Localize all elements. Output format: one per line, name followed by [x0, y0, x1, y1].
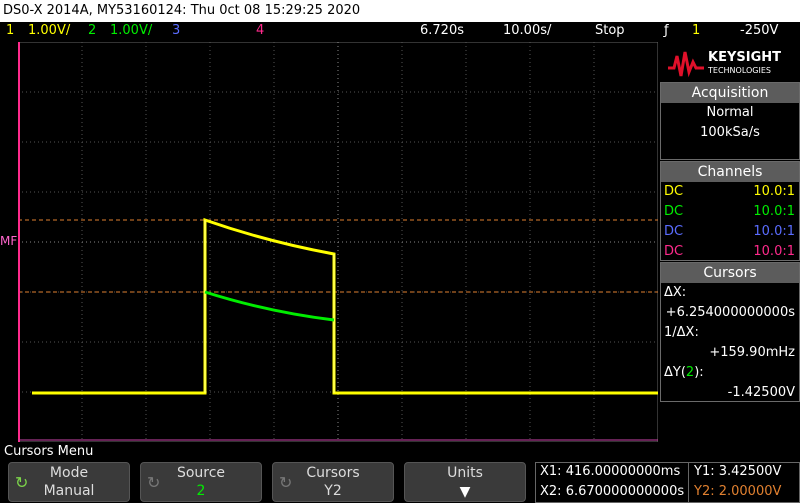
x2-readout: X2: 6.670000000000s	[540, 484, 685, 499]
channel-row-4[interactable]: DC 10.0:1	[661, 242, 799, 262]
acquisition-rate: 100kSa/s	[700, 125, 760, 140]
source-value: 2	[196, 483, 206, 499]
acquisition-panel[interactable]: Acquisition Normal 100kSa/s	[660, 82, 800, 160]
run-state[interactable]: Stop	[595, 22, 625, 40]
time-position[interactable]: 6.720s	[420, 22, 464, 40]
source-label: Source	[176, 465, 226, 481]
waveform-display[interactable]	[18, 42, 658, 442]
trigger-source[interactable]: 1	[692, 22, 700, 40]
ch1-number[interactable]: 1	[6, 22, 14, 40]
y1-readout: Y1: 3.42500V	[694, 464, 782, 479]
channel-1-coupling: DC	[664, 184, 684, 199]
down-arrow-icon: ▼	[459, 484, 471, 500]
ch2-number[interactable]: 2	[88, 22, 96, 40]
mode-softkey[interactable]: ↻ Mode Manual	[8, 462, 130, 502]
channel-row-3[interactable]: DC 10.0:1	[661, 222, 799, 242]
menu-title: Cursors Menu	[4, 444, 94, 459]
y2-readout: Y2: 2.00000V	[694, 484, 782, 499]
right-panel: KEYSIGHT TECHNOLOGIES Acquisition Normal…	[660, 42, 800, 442]
source-softkey[interactable]: ↻ Source 2	[140, 462, 262, 502]
channels-panel[interactable]: Channels DC 10.0:1 DC 10.0:1 DC 10.0:1 DC 10…	[660, 161, 800, 261]
inverse-delta-x-value: +159.90mHz	[709, 345, 795, 360]
math-marker-label: M	[0, 234, 11, 248]
units-label: Units	[447, 465, 483, 481]
inverse-delta-x-label: 1/ΔX:	[664, 325, 699, 340]
acquisition-mode: Normal	[706, 105, 754, 120]
channel-1-probe: 10.0:1	[753, 184, 795, 199]
keysight-wave-icon	[668, 51, 704, 78]
channel-2-coupling: DC	[664, 204, 684, 219]
delta-x-value: +6.254000000000s	[665, 305, 795, 320]
x1-readout: X1: 416.00000000ms	[540, 464, 681, 479]
delta-y-value: -1.42500V	[727, 385, 795, 400]
channel-4-probe: 10.0:1	[753, 244, 795, 259]
ch2-scale[interactable]: 1.00V/	[110, 22, 152, 40]
channels-title: Channels	[661, 162, 799, 182]
trigger-edge-icon: ƒ	[664, 23, 669, 38]
cursors-title: Cursors	[661, 263, 799, 283]
ch4-number[interactable]: 4	[256, 22, 264, 40]
trigger-level[interactable]: -250V	[740, 22, 778, 40]
readout-divider	[688, 463, 689, 502]
brand-name: KEYSIGHT	[708, 50, 781, 65]
delta-y-label: ΔY(2):	[664, 363, 704, 383]
channel-3-coupling: DC	[664, 224, 684, 239]
mode-label: Mode	[49, 465, 89, 481]
channel-row-1[interactable]: DC 10.0:1	[661, 182, 799, 202]
channel-3-probe: 10.0:1	[753, 224, 795, 239]
cursors-softkey[interactable]: ↻ Cursors Y2	[272, 462, 394, 502]
channel-4-coupling: DC	[664, 244, 684, 259]
ch3-number[interactable]: 3	[172, 22, 180, 40]
ch1-scale[interactable]: 1.00V/	[28, 22, 70, 40]
delta-y-channel: 2	[685, 365, 695, 380]
window-title: DS0-X 2014A, MY53160124: Thu 0ct 08 15:2…	[0, 0, 800, 22]
units-softkey[interactable]: Units ▼	[404, 462, 526, 502]
acquisition-title: Acquisition	[661, 83, 799, 103]
cursors-panel[interactable]: Cursors ΔX: +6.254000000000s 1/ΔX: +159.…	[660, 262, 800, 402]
delta-x-label: ΔX:	[664, 285, 687, 300]
brand-logo: KEYSIGHT TECHNOLOGIES	[660, 42, 800, 82]
delta-y-prefix: ΔY(	[664, 365, 686, 380]
delta-y-suffix: ):	[694, 365, 704, 380]
brand-sub: TECHNOLOGIES	[708, 66, 771, 75]
channel-2-probe: 10.0:1	[753, 204, 795, 219]
time-scale[interactable]: 10.00s/	[503, 22, 551, 40]
cursors-label: Cursors	[306, 465, 360, 481]
cursor-readout: X1: 416.00000000ms X2: 6.670000000000s Y…	[535, 462, 800, 503]
channel-row-2[interactable]: DC 10.0:1	[661, 202, 799, 222]
cursors-value: Y2	[324, 483, 342, 499]
mode-value: Manual	[43, 483, 95, 499]
status-bar: 1 1.00V/ 2 1.00V/ 3 4 6.720s 10.00s/ Sto…	[0, 22, 800, 40]
